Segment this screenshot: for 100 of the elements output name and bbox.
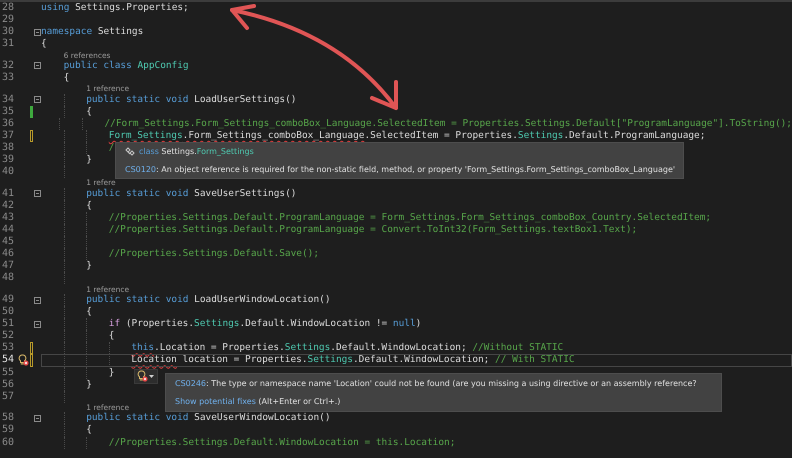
line-number: 30 — [1, 26, 16, 38]
code-token: LoadUserSettings() — [194, 94, 296, 106]
code-token: { — [86, 106, 92, 118]
line-number: 36 — [1, 118, 16, 130]
code-token: } — [86, 154, 92, 166]
code-token: { — [86, 306, 92, 318]
code-token: .Default.ProgramLanguage; — [563, 130, 706, 142]
line-number: 34 — [1, 94, 16, 106]
line-number: 46 — [1, 248, 16, 260]
code-token: SaveUserWindowLocation() — [194, 412, 331, 424]
code-token: .Default.WindowLocation != — [240, 318, 388, 330]
code-token: } — [86, 378, 92, 391]
code-token: public static void — [86, 94, 190, 106]
line-number: 50 — [1, 306, 16, 318]
line-number: 28 — [1, 2, 16, 14]
code-token: Settings — [308, 354, 353, 366]
code-comment: / — [108, 142, 114, 154]
collapse-icon[interactable] — [34, 62, 40, 70]
code-token: if — [108, 318, 120, 330]
code-token: } — [86, 260, 92, 272]
code-token: namespace — [41, 26, 92, 38]
code-token: public static void — [86, 412, 190, 424]
collapse-icon[interactable] — [34, 96, 40, 104]
code-token: { — [86, 424, 92, 436]
line-number: 35 — [1, 106, 16, 118]
line-number: 33 — [1, 72, 16, 84]
collapse-icon[interactable] — [34, 320, 40, 328]
collapse-icon[interactable] — [34, 296, 40, 304]
code-token: { — [108, 330, 114, 342]
code-token: { — [64, 72, 70, 84]
line-number: 39 — [1, 154, 16, 166]
line-number: 43 — [1, 212, 16, 224]
show-fixes-link[interactable]: Show potential fixes — [175, 396, 256, 406]
collapse-icon[interactable] — [34, 190, 40, 198]
code-token: .Default.WindowLocation; — [353, 354, 490, 366]
code-comment: //Properties.Settings.Default.ProgramLanguage = Convert.ToInt32(Form_Settings.textBox1.Text); — [108, 224, 638, 236]
line-number: 52 — [1, 330, 16, 342]
code-token: public class — [64, 60, 133, 72]
quick-actions-button[interactable] — [134, 368, 158, 384]
line-number: 38 — [1, 142, 16, 154]
line-number: 47 — [1, 260, 16, 272]
lightbulb-error-icon — [137, 370, 148, 382]
error-code-link[interactable]: CS0246 — [175, 378, 206, 388]
code-comment: //Properties.Settings.Default.Save(); — [108, 248, 320, 260]
code-comment: //Without STATIC — [472, 342, 564, 354]
code-token: .Default.WindowLocation; — [330, 342, 468, 354]
code-token: } — [108, 366, 114, 379]
line-number: 45 — [1, 236, 16, 248]
code-comment: //Properties.Settings.Default.WindowLocation = this.Location; — [108, 436, 456, 449]
code-token: .SelectedItem = Properties. — [364, 130, 518, 142]
code-token: Location — [131, 354, 177, 366]
error-message: : The type or namespace name 'Location' could not be found (are you missing a using directive or an assembly reference? — [206, 378, 697, 388]
code-token: Form_Settings — [108, 130, 183, 142]
line-number: 53 — [1, 342, 16, 354]
code-token: Settings — [284, 342, 330, 354]
line-number: 57 — [1, 390, 16, 403]
line-number: 29 — [1, 14, 16, 26]
error-message: : An object reference is required for the non-static field, method, or property 'Form_Settings.Form_Settings_comboBox_Language' — [156, 164, 676, 174]
line-number: 37 — [1, 130, 16, 142]
code-token: { — [41, 38, 47, 50]
collapse-icon[interactable] — [34, 414, 40, 422]
code-comment: //Properties.Settings.Default.ProgramLanguage = Form_Settings.Form_Settings_comboBox_Country.SelectedItem; — [108, 212, 712, 224]
code-token: AppConfig — [137, 60, 189, 72]
line-number: 42 — [1, 200, 16, 212]
line-number: 60 — [1, 436, 16, 449]
line-number: 55 — [1, 366, 16, 379]
line-number: 44 — [1, 224, 16, 236]
line-number: 31 — [1, 38, 16, 50]
line-number: 48 — [1, 272, 16, 284]
line-number: 40 — [1, 166, 16, 178]
line-number: 41 — [1, 188, 16, 200]
class-signature: class Settings.Form_Settings — [139, 146, 254, 156]
code-token: { — [86, 200, 92, 212]
code-token: Settings — [518, 130, 564, 142]
code-token: (Properties. — [124, 318, 194, 330]
code-token: null — [392, 318, 416, 330]
code-token: ) — [416, 318, 422, 330]
class-icon — [125, 146, 135, 156]
code-token: public static void — [86, 294, 190, 306]
caret-icon — [149, 374, 154, 378]
collapse-icon[interactable] — [34, 28, 40, 36]
code-token: .Location = Properties. — [154, 342, 285, 354]
code-token: .Form_Settings_comboBox_Language — [182, 130, 364, 142]
line-number: 32 — [1, 60, 16, 72]
code-token: location = Properties. — [182, 354, 308, 366]
error-code-link[interactable]: CS0120 — [125, 164, 156, 174]
line-number: 58 — [1, 412, 16, 424]
code-token: LoadUserWindowLocation() — [194, 294, 331, 306]
line-number: 51 — [1, 318, 16, 330]
code-token: using — [41, 2, 70, 14]
shortcut-hint: (Alt+Enter or Ctrl+.) — [257, 396, 340, 406]
code-comment: // With STATIC — [495, 354, 575, 366]
line-number: 59 — [1, 424, 16, 436]
code-token: Settings.Properties; — [74, 2, 189, 14]
code-token: Settings — [96, 26, 144, 38]
code-token: this — [131, 342, 154, 354]
line-number: 56 — [1, 378, 16, 391]
code-token: SaveUserSettings() — [194, 188, 296, 200]
code-token: public static void — [86, 188, 190, 200]
code-token: Settings — [194, 318, 240, 330]
